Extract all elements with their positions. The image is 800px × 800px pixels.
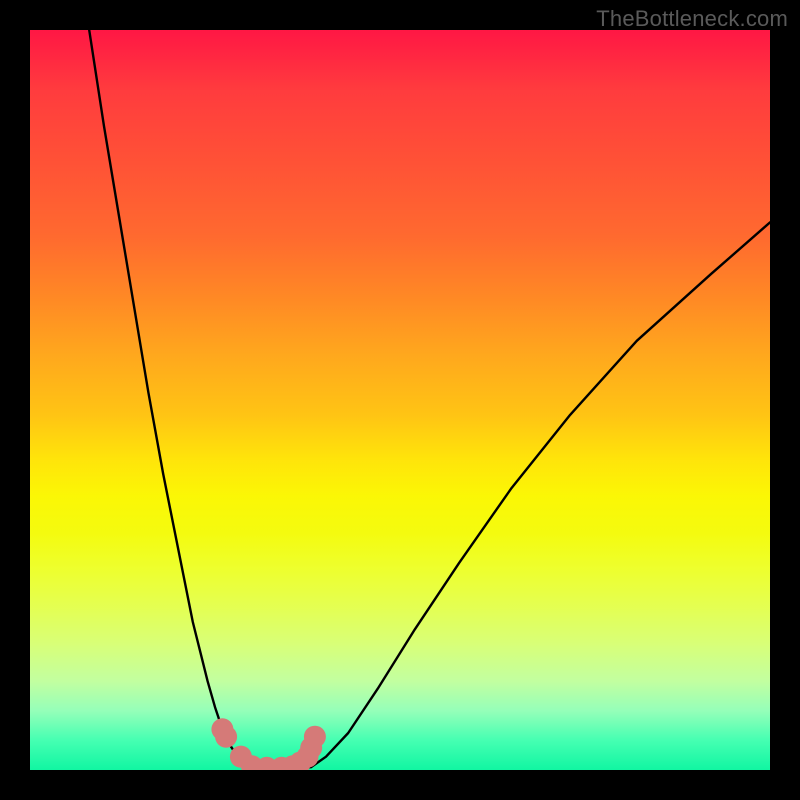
chart-plot-area: [30, 30, 770, 770]
chart-marker: [304, 726, 326, 748]
chart-line-left-curve: [89, 30, 252, 767]
watermark-label: TheBottleneck.com: [596, 6, 788, 32]
chart-frame: TheBottleneck.com: [0, 0, 800, 800]
chart-line-right-curve: [311, 222, 770, 767]
chart-svg: [30, 30, 770, 770]
chart-marker: [215, 726, 237, 748]
